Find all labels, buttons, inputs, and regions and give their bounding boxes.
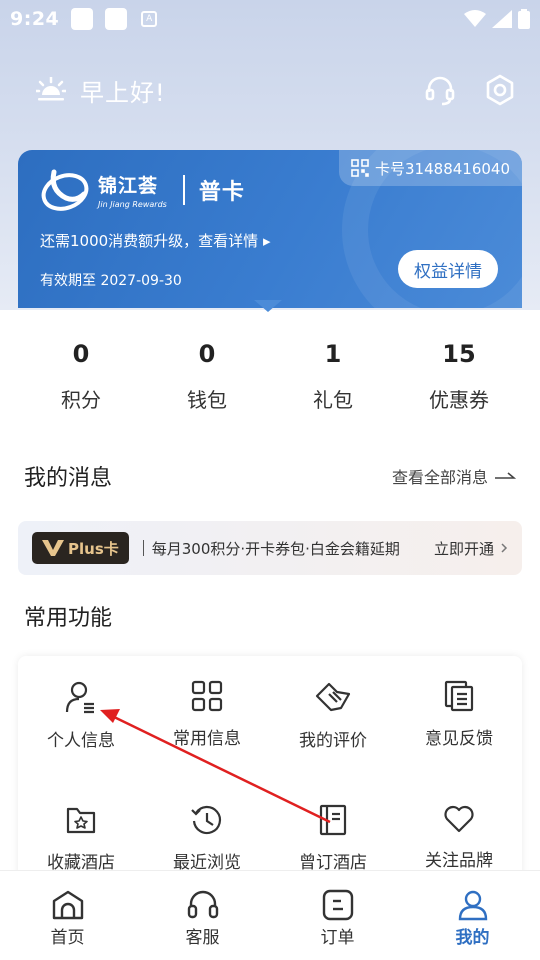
review-icon [315,682,351,712]
person-icon [65,681,94,714]
customer-service-icon[interactable] [424,74,456,106]
order-icon [322,889,353,921]
stat-value: 0 [198,340,216,368]
benefits-button[interactable]: 权益详情 [398,250,498,288]
func-feedback[interactable]: 意见反馈 [396,656,522,780]
bottom-navigation: 首页 客服 订单 我的 [0,870,540,960]
nav-mine[interactable]: 我的 [405,871,540,960]
messages-title: 我的消息 [24,466,113,491]
status-time: 9:24 [10,8,60,30]
battery-icon [518,9,530,29]
plus-card-banner[interactable]: Plus卡 每月300积分·开卡券包·白金会籍延期 立即开通 [18,521,522,575]
card-number: 卡号31488416040 [375,159,510,178]
func-label: 意见反馈 [425,729,493,749]
func-personal-info[interactable]: 个人信息 [18,656,144,780]
plus-open-label: 立即开通 [433,539,494,558]
plus-badge-label: Plus卡 [68,539,119,558]
nav-label: 我的 [455,928,490,948]
view-all-messages-link[interactable]: 查看全部消息 [392,464,516,488]
plus-divider [142,540,144,556]
favorite-folder-icon [66,807,96,834]
stat-wallet[interactable]: 0 钱包 [144,340,270,413]
notification-icon [105,8,128,30]
view-all-messages-label: 查看全部消息 [391,468,488,487]
func-label: 我的评价 [299,731,367,751]
chevron-right-icon [501,543,508,553]
plus-benefits-text: 每月300积分·开卡券包·白金会籍延期 [151,539,400,558]
func-common-info[interactable]: 常用信息 [144,656,270,780]
wifi-icon [464,10,486,27]
greeting-text: 早上好! [80,78,166,107]
member-card[interactable]: 卡号31488416040 锦江荟 Jin Jiang Rewards 普卡 还… [18,150,522,308]
upgrade-link[interactable]: 还需1000消费额升级，查看详情 ▸ [40,230,270,251]
stat-value: 15 [442,340,476,368]
jinjiang-logo-icon [41,169,89,211]
feedback-icon [444,680,474,712]
headset-icon [187,890,218,919]
arrow-right-icon [495,472,516,479]
stats-row: 0 积分 0 钱包 1 礼包 15 优惠券 [18,340,522,413]
brand-name-en: Jin Jiang Rewards [98,200,167,209]
qr-code-icon [351,159,369,177]
grid-icon [191,680,223,712]
card-level: 普卡 [198,180,245,205]
sunrise-icon [36,77,66,101]
greeting-header: 早上好! [36,68,516,112]
stat-value: 0 [72,340,90,368]
home-icon [52,890,83,920]
history-icon [191,805,222,835]
functions-panel: 个人信息 常用信息 我的评价 意见反馈 收藏酒店 最近浏览 曾订酒店 关注品牌 [18,656,522,886]
status-bar: 9:24 A [0,0,540,38]
heart-icon [444,805,474,833]
notification-icon [71,8,94,30]
brand-logo: 锦江荟 Jin Jiang Rewards 普卡 [40,168,245,212]
nav-label: 首页 [50,928,85,948]
stat-value: 1 [324,340,342,368]
stat-label: 礼包 [313,388,353,412]
plus-badge: Plus卡 [32,532,129,564]
signal-icon [492,10,512,28]
brand-name: 锦江荟 [98,175,159,197]
nav-label: 订单 [320,928,355,948]
nav-service[interactable]: 客服 [135,871,270,960]
func-label: 常用信息 [173,729,241,749]
functions-title: 常用功能 [24,606,113,631]
stat-label: 钱包 [187,388,227,412]
stat-gift-pack[interactable]: 1 礼包 [270,340,396,413]
nav-label: 客服 [185,928,220,948]
nav-orders[interactable]: 订单 [270,871,405,960]
card-number-badge[interactable]: 卡号31488416040 [339,150,522,186]
card-expiry: 有效期至 2027-09-30 [40,273,182,289]
booked-icon [319,804,347,836]
nav-home[interactable]: 首页 [0,871,135,960]
stat-points[interactable]: 0 积分 [18,340,144,413]
func-my-reviews[interactable]: 我的评价 [270,656,396,780]
notification-a-icon: A [141,11,158,27]
brand-divider [182,175,185,205]
card-notch [254,300,282,312]
func-label: 个人信息 [47,731,115,751]
func-label: 关注品牌 [425,851,493,871]
stat-label: 积分 [61,388,101,412]
profile-icon [458,890,487,921]
stat-label: 优惠券 [429,388,489,412]
settings-icon[interactable] [484,74,516,106]
plus-v-icon [42,540,64,556]
plus-open-button[interactable]: 立即开通 [434,538,508,559]
stat-coupons[interactable]: 15 优惠券 [396,340,522,413]
